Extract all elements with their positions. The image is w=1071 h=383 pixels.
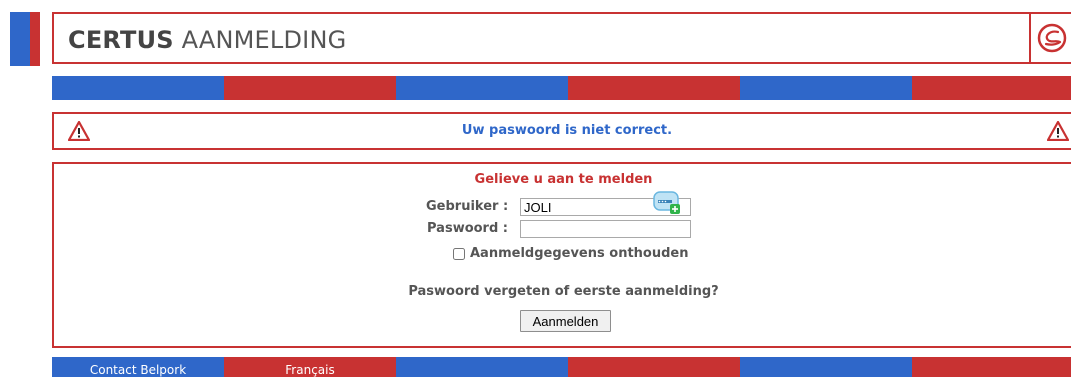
remember-checkbox[interactable] [453,247,465,260]
language-link[interactable]: Français [224,357,396,383]
stripe-segment [568,76,740,100]
password-input[interactable] [520,220,691,238]
certus-logo-icon [1037,23,1067,53]
stripe-segment [912,76,1071,100]
login-title: Gelieve u aan te melden [474,172,653,187]
footer-stripe-segment [740,357,912,377]
password-label: Paswoord : [427,221,509,236]
footer-stripe-segment [568,357,740,377]
alert-message: Uw paswoord is niet correct. [461,123,673,138]
login-button[interactable]: Aanmelden [520,310,611,332]
footer-stripe-segment [912,357,1071,377]
header-separator [1029,14,1031,62]
username-label: Gebruiker : [426,199,509,214]
remember-label: Aanmeldgegevens onthouden [470,246,689,261]
warning-triangle-icon [1047,121,1069,141]
contact-link[interactable]: Contact Belpork [52,357,224,383]
footer-nav: Contact Belpork Français [52,357,1071,377]
left-accent-red [30,12,40,66]
stripe-segment [740,76,912,100]
remember-me[interactable]: Aanmeldgegevens onthouden [453,246,689,261]
error-alert: Uw paswoord is niet correct. [52,112,1071,150]
top-color-stripes [52,76,1071,100]
stripe-segment [224,76,396,100]
stripe-segment [396,76,568,100]
login-panel: Gelieve u aan te melden Gebruiker : Pasw… [52,162,1071,348]
header: CERTUS AANMELDING [52,12,1071,64]
footer-item-language[interactable]: Français [224,357,396,377]
left-accent-blue [10,12,30,66]
footer-item-contact[interactable]: Contact Belpork [52,357,224,377]
page-title-bold: CERTUS [68,26,174,54]
footer-stripe-segment [396,357,568,377]
stripe-segment [52,76,224,100]
password-manager-icon[interactable] [652,188,682,218]
forgot-password-text[interactable]: Paswoord vergeten of eerste aanmelding? [54,284,1071,299]
page-title: CERTUS AANMELDING [68,26,346,54]
page-title-rest: AANMELDING [173,26,347,54]
